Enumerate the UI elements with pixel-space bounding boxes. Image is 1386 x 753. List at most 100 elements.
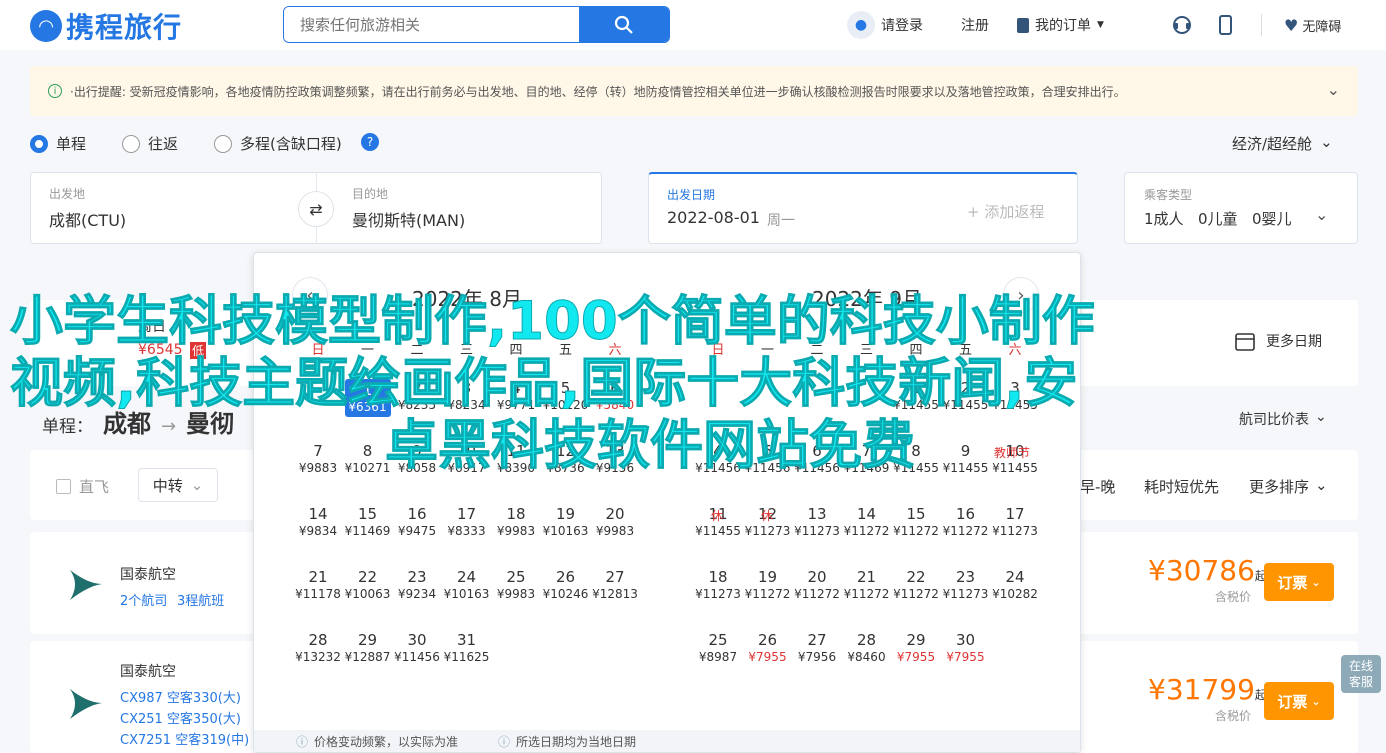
help-icon[interactable]: ? (361, 133, 379, 151)
search-box (283, 6, 670, 43)
calendar-day[interactable]: 25 ¥8987 (693, 631, 743, 665)
calendar-day[interactable]: 27 ¥7956 (792, 631, 842, 665)
calendar-day[interactable]: 25 ¥9983 (491, 568, 541, 602)
calendar-day[interactable]: 17 ¥11273 (990, 505, 1040, 539)
accessibility-label: 无障碍 (1302, 19, 1342, 35)
passenger-label: 乘客类型 (1144, 188, 1193, 202)
register-link[interactable]: 注册 (961, 0, 989, 50)
chevron-down-icon: ⌄ (1311, 575, 1321, 589)
date-field[interactable]: 出发日期 2022-08-01 周一 + 添加返程 (648, 172, 1078, 244)
day-price: ¥11273 (744, 524, 791, 538)
calendar-day[interactable]: 16 ¥9475 (392, 505, 442, 539)
calendar-day[interactable]: 29 ¥7955 (891, 631, 941, 665)
calendar-day[interactable]: 24 ¥10282 (990, 568, 1040, 602)
day-price: ¥11272 (942, 524, 989, 538)
calendar-day[interactable]: 29 ¥12887 (343, 631, 393, 665)
search-button[interactable] (579, 7, 669, 42)
more-sort-select[interactable]: 更多排序 ⌄ (1249, 476, 1328, 497)
search-input[interactable] (284, 7, 579, 42)
book-label: 订票 (1277, 692, 1308, 711)
online-service-button[interactable]: 在线客服 (1341, 655, 1381, 693)
day-price: ¥10246 (542, 587, 589, 601)
calendar-day[interactable]: 27 ¥12813 (590, 568, 640, 602)
radio-round-trip[interactable]: 往返 (122, 133, 178, 154)
calendar-day[interactable]: 20 ¥11272 (792, 568, 842, 602)
calendar-day[interactable]: 21 ¥11272 (842, 568, 892, 602)
transfer-label: 中转 (152, 476, 183, 495)
ctrip-logo[interactable]: ◠ 携程旅行 (30, 6, 182, 46)
calendar-day[interactable]: 22 ¥10063 (343, 568, 393, 602)
overlay-line-2: 视频,科技主题绘画作品,国际十大科技新闻,安 (10, 353, 1078, 415)
day-price: ¥9834 (298, 524, 338, 538)
my-orders-menu[interactable]: 我的订单 ▼ (1017, 0, 1104, 50)
calendar-day[interactable]: 28 ¥13232 (293, 631, 343, 665)
calendar-day[interactable]: 30 ¥11456 (392, 631, 442, 665)
flight-segment[interactable]: CX987 空客330(大) (120, 687, 241, 706)
logo-text: 携程旅行 (66, 11, 183, 44)
calendar-day[interactable]: 13 ¥11273 (792, 505, 842, 539)
calendar-day[interactable]: 26 ¥7955 (743, 631, 793, 665)
add-return-button[interactable]: + 添加返程 (967, 201, 1044, 222)
register-label: 注册 (961, 18, 989, 34)
calendar-day[interactable]: 18 ¥11273 (693, 568, 743, 602)
sort-early-late[interactable]: 早-晚 (1080, 476, 1115, 497)
calendar-day[interactable]: 14 ¥11272 (842, 505, 892, 539)
more-dates-label: 更多日期 (1266, 334, 1322, 350)
transfer-select[interactable]: 中转 ⌄ (138, 468, 218, 502)
calendar-day[interactable]: 15 ¥11469 (343, 505, 393, 539)
book-button[interactable]: 订票 ⌄ (1264, 563, 1334, 601)
departure-field[interactable]: 出发地 成都(CTU) (30, 172, 315, 244)
calendar-day[interactable]: 14 ¥9834 (293, 505, 343, 539)
swap-route-icon[interactable]: ⇄ (298, 191, 334, 227)
day-price: ¥9983 (496, 587, 536, 601)
calendar-day[interactable]: 19 ¥10163 (541, 505, 591, 539)
radio-one-way[interactable]: 单程 (30, 133, 86, 154)
cabin-class-select[interactable]: 经济/超经舱 ⌄ (1232, 133, 1333, 154)
day-price: ¥8333 (447, 524, 486, 538)
airline-count-link[interactable]: 2个航司 (120, 590, 167, 609)
destination-label: 目的地 (352, 187, 389, 201)
calendar-day[interactable]: 21 ¥11178 (293, 568, 343, 602)
flight-segment[interactable]: CX251 空客350(大) (120, 708, 241, 727)
sort-shortest[interactable]: 耗时短优先 (1144, 476, 1219, 497)
destination-field[interactable]: 目的地 曼彻斯特(MAN) (335, 172, 602, 244)
calendar-day[interactable]: 15 ¥11272 (891, 505, 941, 539)
checkbox-icon (56, 479, 71, 494)
day-number: 18 (708, 568, 728, 586)
departure-value: 成都(CTU) (49, 211, 127, 230)
info-icon: ⓘ (296, 734, 309, 749)
calendar-day[interactable]: 31 ¥11625 (442, 631, 492, 665)
footer-note-2: 所选日期均为当地日期 (516, 734, 637, 749)
calendar-day[interactable]: 19 ¥11272 (743, 568, 793, 602)
calendar-day[interactable]: 20 ¥9983 (590, 505, 640, 539)
heart-icon: ♥ (1284, 15, 1299, 35)
calendar-day[interactable]: 26 ¥10246 (541, 568, 591, 602)
calendar-day[interactable]: 23 ¥11273 (941, 568, 991, 602)
mobile-app-icon[interactable] (1219, 0, 1232, 50)
calendar-day[interactable]: 22 ¥11272 (891, 568, 941, 602)
flight-count-link[interactable]: 3程航班 (177, 590, 224, 609)
calendar-day[interactable]: 30 ¥7955 (941, 631, 991, 665)
calendar-day[interactable]: 28 ¥8460 (842, 631, 892, 665)
chevron-down-icon[interactable]: ⌄ (1327, 80, 1340, 99)
accessibility-link[interactable]: ♥ 无障碍 (1284, 0, 1341, 50)
calendar-day[interactable]: 18 ¥9983 (491, 505, 541, 539)
day-price: ¥11272 (893, 587, 939, 601)
calendar-day[interactable]: 24 ¥10163 (442, 568, 492, 602)
day-price: ¥10163 (542, 524, 589, 538)
passenger-field[interactable]: 乘客类型 1成人 0儿童 0婴儿 ⌄ (1124, 172, 1358, 244)
day-price: ¥7956 (797, 650, 837, 664)
calendar-day[interactable]: 7 ¥9883 (293, 442, 343, 476)
customer-service-icon[interactable] (1171, 0, 1193, 50)
calendar-day[interactable]: 16 ¥11272 (941, 505, 991, 539)
calendar-day[interactable]: 17 ¥8333 (442, 505, 492, 539)
calendar-day[interactable]: 23 ¥9234 (392, 568, 442, 602)
day-number: 13 (807, 505, 827, 523)
chevron-down-icon: ⌄ (1315, 205, 1329, 224)
radio-multi-trip[interactable]: 多程(含缺口程) (214, 133, 342, 154)
direct-checkbox[interactable]: 直飞 (56, 476, 109, 497)
book-button[interactable]: 订票 ⌄ (1264, 682, 1334, 720)
flight-segment[interactable]: CX7251 空客319(中) (120, 729, 249, 748)
day-price: ¥9475 (397, 524, 437, 538)
login-link[interactable]: ● 请登录 (847, 0, 923, 50)
